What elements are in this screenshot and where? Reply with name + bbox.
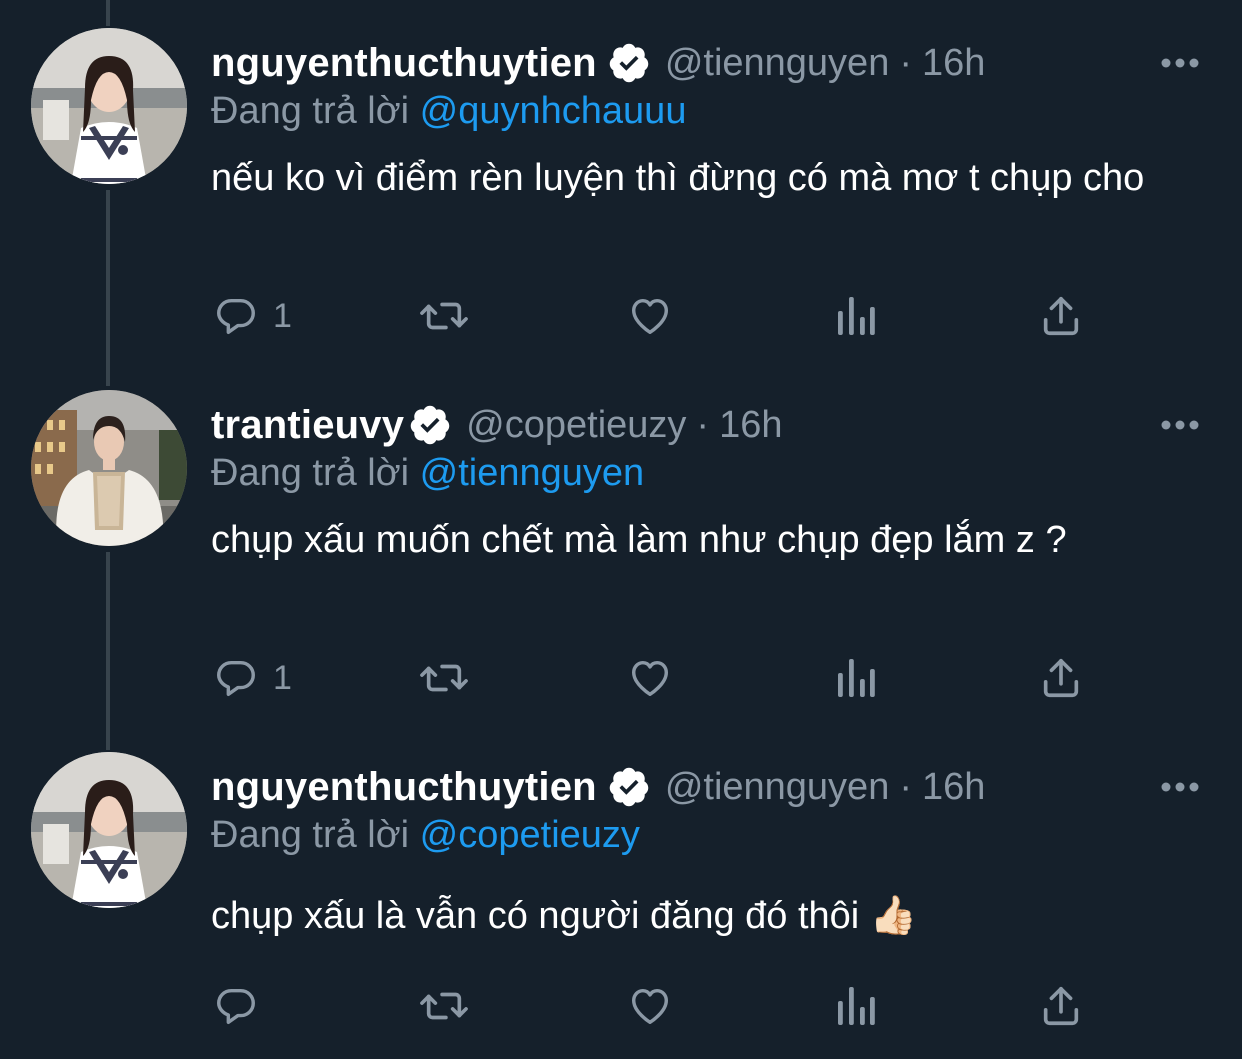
reply-bubble-icon — [217, 660, 255, 697]
reply-bubble-icon — [217, 988, 255, 1025]
handle[interactable]: @tiennguyen — [665, 42, 890, 85]
verified-badge-icon — [410, 405, 450, 445]
tweet-actions: 1 — [0, 648, 1242, 708]
tweet[interactable]: trantieuvy @copetieuzy · 16h Đang trả lờ… — [0, 390, 1242, 720]
replying-to: Đang trả lời @copetieuzy — [211, 814, 640, 857]
separator-dot: · — [899, 41, 912, 84]
display-name[interactable]: trantieuvy — [211, 403, 404, 448]
avatar[interactable] — [31, 752, 187, 908]
verified-badge-icon — [609, 767, 649, 807]
heart-icon — [631, 298, 669, 335]
analytics-bars-icon — [838, 297, 875, 335]
reply-count: 1 — [273, 658, 292, 697]
avatar[interactable] — [31, 28, 187, 184]
separator-dot: · — [696, 403, 710, 446]
timestamp[interactable]: 16h — [922, 766, 985, 809]
replying-to-label: Đang trả lời — [211, 90, 410, 132]
tweet-text: nếu ko vì điểm rèn luyện thì đừng có mà … — [211, 157, 1145, 199]
avatar[interactable] — [31, 390, 187, 546]
like-button[interactable] — [626, 286, 674, 346]
tweet-actions: 1 — [0, 286, 1242, 346]
replying-to: Đang trả lời @tiennguyen — [211, 452, 644, 495]
reply-button[interactable]: 1 — [213, 648, 292, 708]
display-name[interactable]: nguyenthucthuytien — [211, 41, 597, 86]
thread-connector-line — [106, 0, 110, 26]
views-button[interactable] — [834, 286, 878, 346]
tweet[interactable]: nguyenthucthuytien @tiennguyen · 16h Đan… — [0, 752, 1242, 1052]
retweet-icon — [420, 664, 468, 692]
tweet-text: chụp xấu là vẫn có người đăng đó thôi 👍🏻 — [211, 895, 918, 937]
verified-badge-icon — [609, 43, 649, 83]
like-button[interactable] — [626, 648, 674, 708]
handle[interactable]: @copetieuzy — [466, 404, 686, 447]
share-button[interactable] — [1038, 648, 1084, 708]
replying-to-link[interactable]: @quynhchauuu — [420, 90, 687, 132]
analytics-bars-icon — [838, 659, 875, 697]
handle[interactable]: @tiennguyen — [665, 766, 890, 809]
share-button[interactable] — [1038, 976, 1084, 1036]
tweet-actions — [0, 976, 1242, 1036]
retweet-button[interactable] — [418, 648, 470, 708]
share-upload-icon — [1043, 658, 1079, 698]
reply-count: 1 — [273, 296, 292, 335]
replying-to-label: Đang trả lời — [211, 452, 410, 494]
replying-to-link[interactable]: @copetieuzy — [420, 814, 640, 856]
reply-button[interactable]: 1 — [213, 286, 292, 346]
timestamp[interactable]: 16h — [719, 404, 782, 447]
views-button[interactable] — [834, 648, 878, 708]
share-upload-icon — [1043, 296, 1079, 336]
separator-dot: · — [899, 765, 912, 808]
more-dots-icon[interactable] — [1158, 410, 1202, 440]
replying-to-label: Đang trả lời — [211, 814, 410, 856]
retweet-button[interactable] — [418, 286, 470, 346]
timestamp[interactable]: 16h — [922, 42, 985, 85]
heart-icon — [631, 988, 669, 1025]
analytics-bars-icon — [838, 987, 875, 1025]
reply-bubble-icon — [217, 298, 255, 335]
heart-icon — [631, 660, 669, 697]
retweet-icon — [420, 302, 468, 330]
more-dots-icon[interactable] — [1158, 772, 1202, 802]
replying-to: Đang trả lời @quynhchauuu — [211, 90, 686, 133]
reply-button[interactable] — [213, 976, 273, 1036]
retweet-icon — [420, 992, 468, 1020]
tweet-text: chụp xấu muốn chết mà làm như chụp đẹp l… — [211, 519, 1067, 561]
retweet-button[interactable] — [418, 976, 470, 1036]
display-name[interactable]: nguyenthucthuytien — [211, 765, 597, 810]
more-dots-icon[interactable] — [1158, 48, 1202, 78]
share-upload-icon — [1043, 986, 1079, 1026]
views-button[interactable] — [834, 976, 878, 1036]
like-button[interactable] — [626, 976, 674, 1036]
share-button[interactable] — [1038, 286, 1084, 346]
replying-to-link[interactable]: @tiennguyen — [420, 452, 645, 494]
tweet[interactable]: nguyenthucthuytien @tiennguyen · 16h Đan… — [0, 28, 1242, 358]
